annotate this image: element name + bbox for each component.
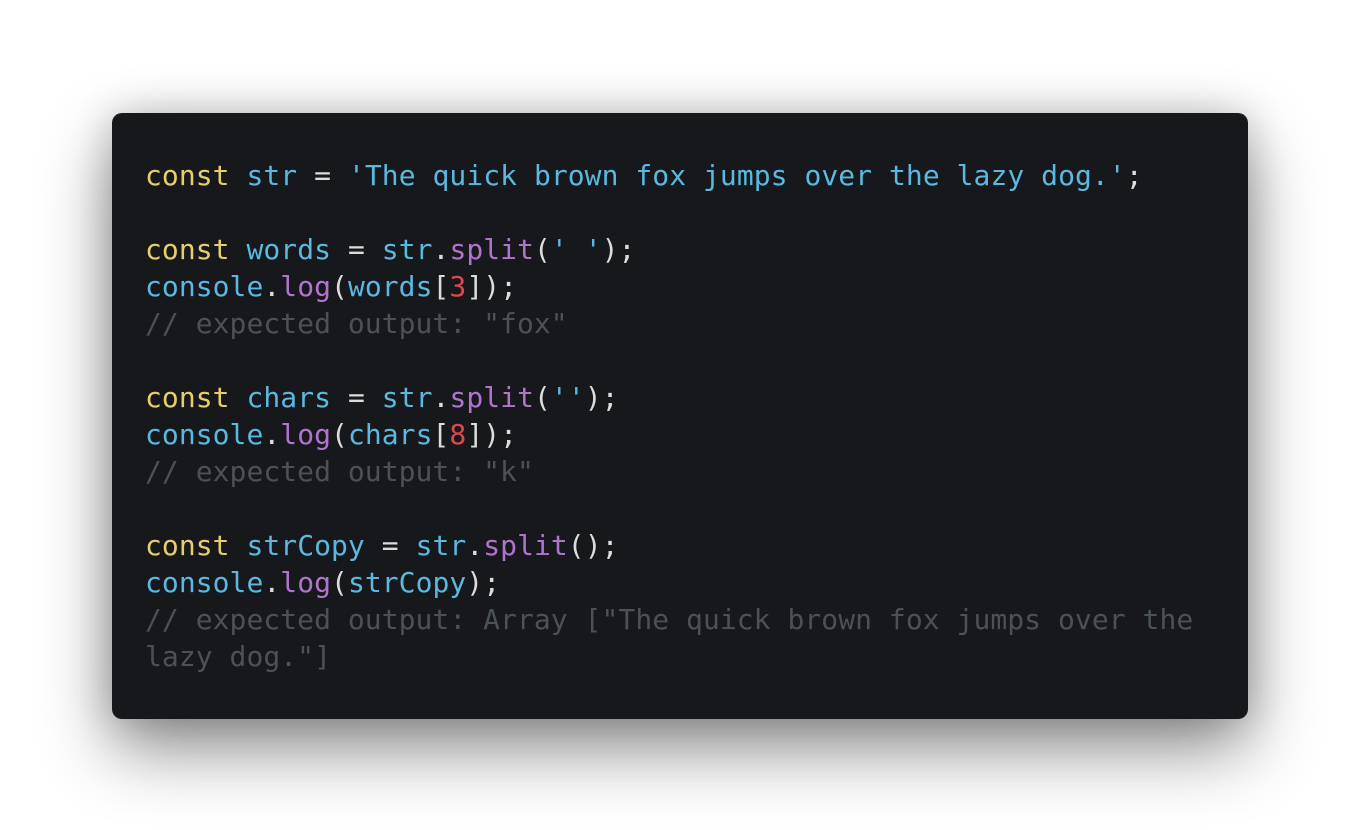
code-block: const str = 'The quick brown fox jumps o… bbox=[145, 157, 1248, 675]
keyword-const: const bbox=[145, 233, 230, 266]
operator-assign: = bbox=[381, 529, 399, 562]
variable-str: str bbox=[246, 159, 298, 192]
code-line-5: const chars = str.split(''); bbox=[145, 379, 1248, 416]
code-line-1: const str = 'The quick brown fox jumps o… bbox=[145, 157, 1248, 194]
comment-line-continued: lazy dog."] bbox=[145, 640, 331, 673]
operator-assign: = bbox=[347, 381, 365, 414]
method-split: split bbox=[483, 529, 568, 562]
method-split: split bbox=[449, 381, 534, 414]
paren-open: ( bbox=[331, 566, 348, 599]
dot: . bbox=[432, 381, 450, 414]
code-line-3: console.log(words[3]); bbox=[145, 268, 1248, 305]
keyword-const: const bbox=[145, 529, 230, 562]
code-line-8: const strCopy = str.split(); bbox=[145, 527, 1248, 564]
operator-assign: = bbox=[347, 233, 365, 266]
string-space: ' ' bbox=[550, 233, 602, 266]
paren-open: ( bbox=[331, 270, 348, 303]
paren-open: ( bbox=[533, 233, 551, 266]
variable-chars: chars bbox=[246, 381, 332, 414]
paren-close: ); bbox=[466, 566, 501, 599]
object-console: console bbox=[145, 418, 264, 451]
method-log: log bbox=[280, 270, 332, 303]
semicolon: ; bbox=[1125, 159, 1143, 192]
bracket-close: ] bbox=[466, 270, 484, 303]
keyword-const: const bbox=[145, 159, 230, 192]
code-line-9: console.log(strCopy); bbox=[145, 564, 1248, 601]
bracket-close: ] bbox=[466, 418, 484, 451]
code-line-2: const words = str.split(' '); bbox=[145, 231, 1248, 268]
variable-chars: chars bbox=[347, 418, 433, 451]
method-log: log bbox=[280, 566, 332, 599]
object-console: console bbox=[145, 270, 264, 303]
code-snippet-card: const str = 'The quick brown fox jumps o… bbox=[112, 113, 1248, 719]
number-index: 8 bbox=[449, 418, 467, 451]
paren-close: ); bbox=[584, 381, 619, 414]
method-split: split bbox=[449, 233, 534, 266]
code-line-6: console.log(chars[8]); bbox=[145, 416, 1248, 453]
string-literal: 'The quick brown fox jumps over the lazy… bbox=[347, 159, 1126, 192]
paren-open: ( bbox=[533, 381, 551, 414]
dot: . bbox=[263, 270, 281, 303]
variable-strcopy: strCopy bbox=[246, 529, 365, 562]
bracket-open: [ bbox=[432, 418, 450, 451]
variable-words: words bbox=[246, 233, 332, 266]
object-console: console bbox=[145, 566, 264, 599]
paren-close: ); bbox=[483, 418, 518, 451]
keyword-const: const bbox=[145, 381, 230, 414]
paren-close: ); bbox=[601, 233, 636, 266]
paren-close: ); bbox=[483, 270, 518, 303]
paren-open: ( bbox=[331, 418, 348, 451]
operator-assign: = bbox=[314, 159, 332, 192]
variable-words: words bbox=[347, 270, 433, 303]
paren-call: (); bbox=[567, 529, 619, 562]
method-log: log bbox=[280, 418, 332, 451]
object-str: str bbox=[381, 381, 433, 414]
comment-line: // expected output: Array ["The quick br… bbox=[145, 603, 1194, 636]
bracket-open: [ bbox=[432, 270, 450, 303]
object-str: str bbox=[381, 233, 433, 266]
comment-line: // expected output: "fox" bbox=[145, 307, 568, 340]
variable-strcopy: strCopy bbox=[347, 566, 467, 599]
dot: . bbox=[466, 529, 484, 562]
dot: . bbox=[432, 233, 450, 266]
dot: . bbox=[263, 566, 281, 599]
comment-line: // expected output: "k" bbox=[145, 455, 534, 488]
object-str: str bbox=[415, 529, 467, 562]
string-empty: '' bbox=[550, 381, 585, 414]
dot: . bbox=[263, 418, 281, 451]
number-index: 3 bbox=[449, 270, 467, 303]
